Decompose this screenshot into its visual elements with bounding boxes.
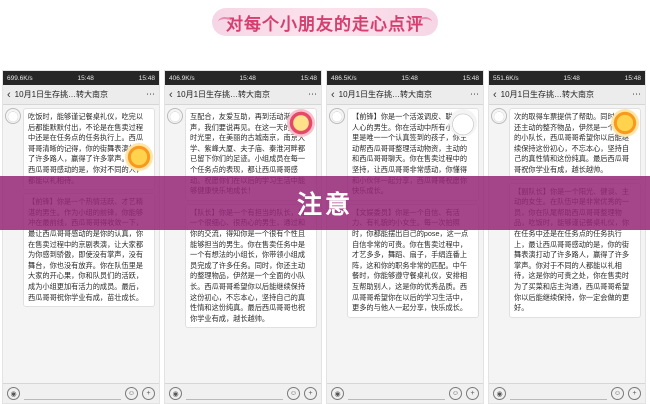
chat-title: 10月1日生存挑…转大南京 [14, 90, 109, 99]
more-icon[interactable]: ⋯ [308, 89, 317, 100]
more-icon[interactable]: ⋯ [470, 89, 479, 100]
chat-screenshot-2: 406.9K/s 15:48 15:48 ‹ 10月1日生存挑…转大南京 ⋯ 互… [164, 70, 322, 404]
clock: 15:48 [138, 74, 155, 82]
chat-header: ‹ 10月1日生存挑…转大南京 ⋯ [165, 85, 321, 105]
more-icon[interactable]: ⋯ [146, 89, 155, 100]
chat-screenshot-3: 486.5K/s 15:48 15:48 ‹ 10月1日生存挑…转大南京 ⋯ 【… [326, 70, 484, 404]
more-icon[interactable]: ⋯ [632, 89, 641, 100]
emoji-icon[interactable]: ☺ [449, 387, 462, 400]
chat-title: 10月1日生存挑…转大南京 [500, 90, 595, 99]
voice-icon[interactable]: ◉ [7, 387, 20, 400]
network-speed: 486.5K/s [331, 74, 357, 82]
sticker-icon [125, 143, 153, 171]
emoji-icon[interactable]: ☺ [611, 387, 624, 400]
status-time: 15:48 [563, 74, 580, 82]
plus-icon[interactable]: + [304, 387, 317, 400]
plus-icon[interactable]: + [142, 387, 155, 400]
input-bar: ◉ ☺ + [489, 383, 645, 403]
notice-text: 注意 [296, 191, 353, 219]
avatar [5, 108, 21, 124]
emoji-icon[interactable]: ☺ [125, 387, 138, 400]
input-bar: ◉ ☺ + [3, 383, 159, 403]
message-input[interactable] [510, 388, 607, 400]
network-speed: 406.9K/s [169, 74, 195, 82]
sticker-icon [449, 109, 477, 137]
avatar [329, 108, 345, 124]
back-arrow-icon[interactable]: ‹ [7, 89, 11, 101]
back-arrow-icon[interactable]: ‹ [493, 89, 497, 101]
network-speed: 551.6K/s [493, 74, 519, 82]
status-bar: 486.5K/s 15:48 15:48 [327, 71, 483, 85]
banner-right-decoration [418, 17, 432, 27]
status-bar: 699.6K/s 15:48 15:48 [3, 71, 159, 85]
sticker-icon [611, 109, 639, 137]
input-bar: ◉ ☺ + [327, 383, 483, 403]
voice-icon[interactable]: ◉ [169, 387, 182, 400]
chat-header: ‹ 10月1日生存挑…转大南京 ⋯ [327, 85, 483, 105]
sticker-icon [287, 109, 315, 137]
status-time: 15:48 [77, 74, 94, 82]
screenshot-panels: 699.6K/s 15:48 15:48 ‹ 10月1日生存挑…转大南京 ⋯ 吃… [0, 70, 650, 404]
plus-icon[interactable]: + [466, 387, 479, 400]
clock: 15:48 [624, 74, 641, 82]
network-speed: 699.6K/s [7, 74, 33, 82]
back-arrow-icon[interactable]: ‹ [331, 89, 335, 101]
plus-icon[interactable]: + [628, 387, 641, 400]
chat-screenshot-4: 551.6K/s 15:48 15:48 ‹ 10月1日生存挑…转大南京 ⋯ 次… [488, 70, 646, 404]
status-time: 15:48 [239, 74, 256, 82]
avatar [491, 108, 507, 124]
banner-left-decoration [218, 17, 232, 27]
avatar [167, 108, 183, 124]
status-bar: 551.6K/s 15:48 15:48 [489, 71, 645, 85]
banner-title: 对每个小朋友的走心点评 [226, 14, 424, 34]
chat-title: 10月1日生存挑…转大南京 [338, 90, 433, 99]
clock: 15:48 [462, 74, 479, 82]
message-input[interactable] [186, 388, 283, 400]
banner: 对每个小朋友的走心点评 [212, 8, 438, 36]
voice-icon[interactable]: ◉ [331, 387, 344, 400]
emoji-icon[interactable]: ☺ [287, 387, 300, 400]
status-bar: 406.9K/s 15:48 15:48 [165, 71, 321, 85]
chat-title: 10月1日生存挑…转大南京 [176, 90, 271, 99]
chat-screenshot-1: 699.6K/s 15:48 15:48 ‹ 10月1日生存挑…转大南京 ⋯ 吃… [2, 70, 160, 404]
message-input[interactable] [348, 388, 445, 400]
message-input[interactable] [24, 388, 121, 400]
voice-icon[interactable]: ◉ [493, 387, 506, 400]
input-bar: ◉ ☺ + [165, 383, 321, 403]
back-arrow-icon[interactable]: ‹ [169, 89, 173, 101]
notice-overlay-banner: 注意 [0, 176, 650, 230]
clock: 15:48 [300, 74, 317, 82]
chat-header: ‹ 10月1日生存挑…转大南京 ⋯ [489, 85, 645, 105]
status-time: 15:48 [401, 74, 418, 82]
chat-header: ‹ 10月1日生存挑…转大南京 ⋯ [3, 85, 159, 105]
